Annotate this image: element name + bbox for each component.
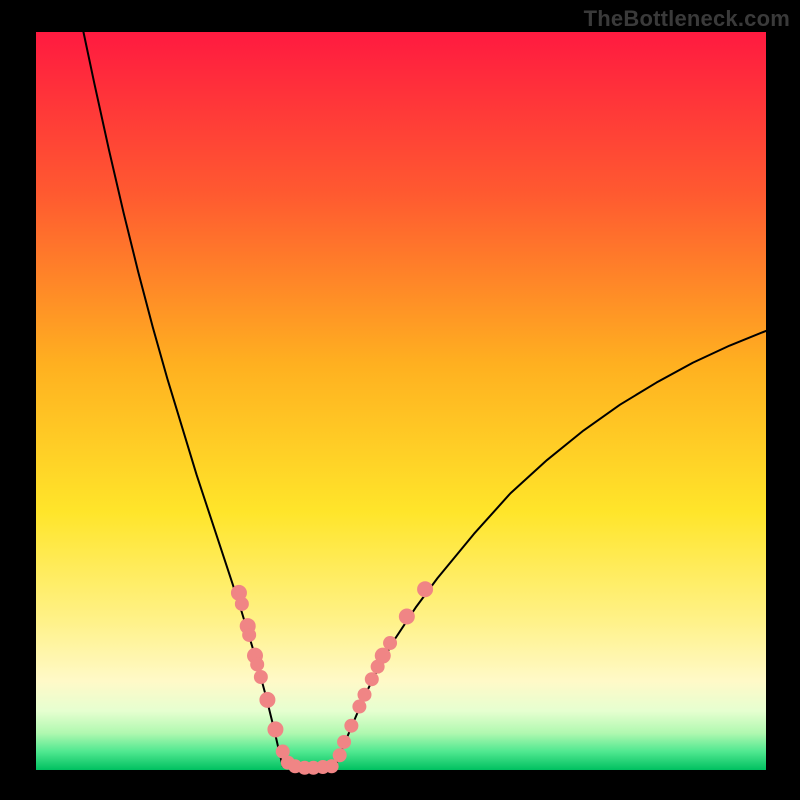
- marker-dot: [333, 748, 347, 762]
- bottleneck-chart: [0, 0, 800, 800]
- plot-background: [36, 32, 766, 770]
- marker-dot: [344, 719, 358, 733]
- marker-dot: [417, 581, 433, 597]
- watermark-text: TheBottleneck.com: [584, 6, 790, 32]
- marker-dot: [254, 670, 268, 684]
- marker-dot: [259, 692, 275, 708]
- marker-dot: [399, 609, 415, 625]
- marker-dot: [358, 688, 372, 702]
- marker-dot: [267, 721, 283, 737]
- marker-dot: [365, 672, 379, 686]
- marker-dot: [383, 636, 397, 650]
- marker-dot: [337, 735, 351, 749]
- marker-dot: [235, 597, 249, 611]
- marker-dot: [250, 657, 264, 671]
- chart-stage: TheBottleneck.com: [0, 0, 800, 800]
- marker-dot: [242, 628, 256, 642]
- marker-dot: [375, 648, 391, 664]
